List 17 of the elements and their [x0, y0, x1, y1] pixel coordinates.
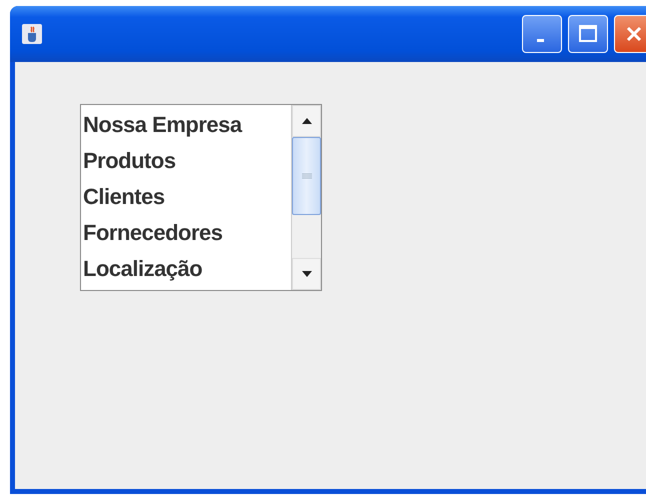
minimize-icon [536, 38, 544, 42]
close-button[interactable] [614, 15, 646, 53]
scroll-thumb[interactable] [292, 137, 321, 215]
scroll-up-button[interactable] [292, 105, 321, 137]
close-icon [624, 24, 644, 44]
up-arrow-icon [302, 118, 312, 124]
list-item[interactable]: Fornecedores [81, 215, 291, 251]
minimize-button[interactable] [522, 15, 562, 53]
list-item[interactable]: Localização [81, 251, 291, 287]
scroll-down-button[interactable] [292, 258, 321, 290]
list-item[interactable]: Clientes [81, 179, 291, 215]
list-item[interactable]: Nossa Empresa [81, 107, 291, 143]
down-arrow-icon [302, 271, 312, 277]
maximize-button[interactable] [568, 15, 608, 53]
maximize-icon [578, 24, 598, 44]
java-cup-icon [22, 24, 42, 44]
list-item[interactable]: Produtos [81, 143, 291, 179]
